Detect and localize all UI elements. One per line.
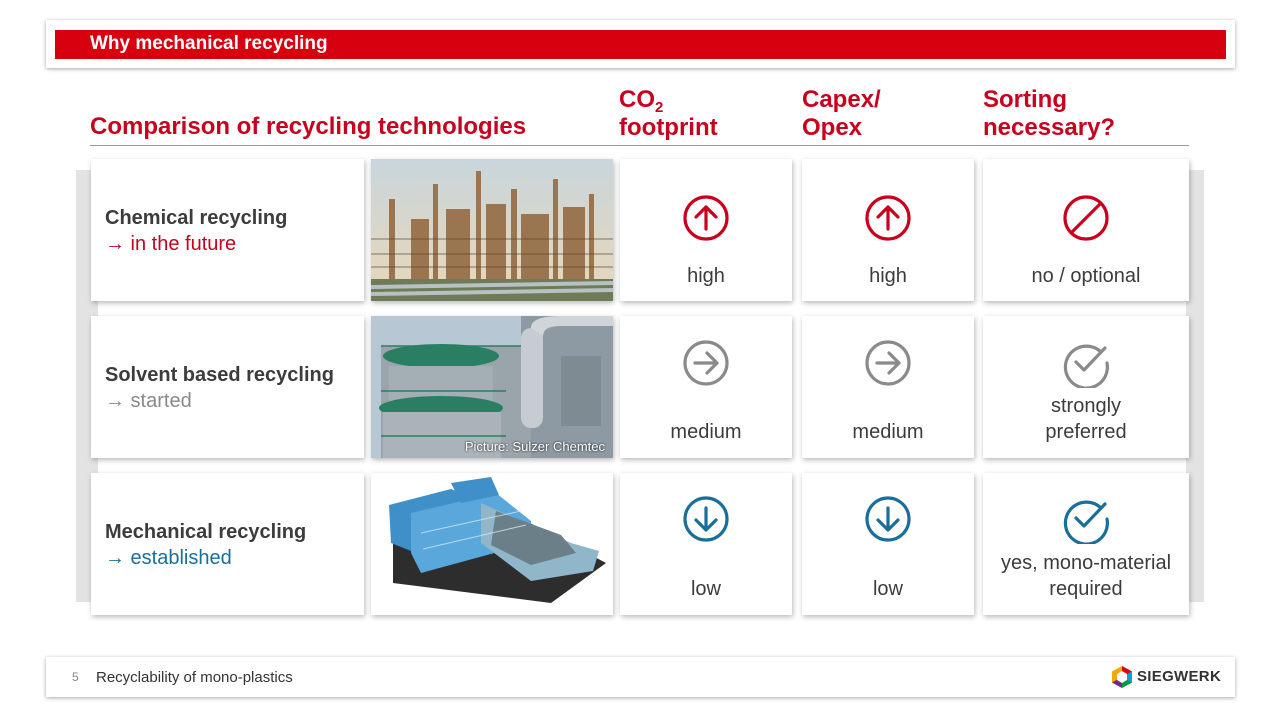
- cell-co2-mechanical: low: [620, 473, 792, 615]
- arrow-right-circle-icon: [683, 340, 729, 386]
- check-circle-icon: [1063, 344, 1109, 388]
- column-header-co2-main: CO: [619, 86, 655, 113]
- column-header-capex-line1: Capex/: [802, 86, 881, 113]
- prohibited-icon: [1063, 195, 1109, 241]
- refinery-photo: [371, 159, 613, 301]
- page-number: 5: [72, 670, 79, 684]
- arrow-up-circle-icon: [683, 195, 729, 241]
- slide-title: Why mechanical recycling: [90, 33, 328, 54]
- row-label-card-chemical: Chemical recycling → in the future: [91, 159, 364, 301]
- column-header-sorting: Sorting necessary?: [983, 86, 1115, 142]
- extruder-image: [371, 473, 613, 615]
- row-title: Chemical recycling: [105, 207, 288, 229]
- cell-sorting-chemical: no / optional: [983, 159, 1189, 301]
- co2-value: low: [690, 578, 721, 600]
- extruder-photo: [371, 473, 613, 615]
- arrow-down-circle-icon: [683, 496, 729, 542]
- sorting-value-line1: yes, mono-material: [1000, 552, 1172, 574]
- sorting-value-line1: strongly: [1050, 395, 1122, 417]
- row-status: → started: [105, 390, 192, 412]
- cell-capex-chemical: high: [802, 159, 974, 301]
- cell-sorting-solvent: strongly preferred: [983, 316, 1189, 458]
- capex-value: high: [869, 265, 907, 287]
- column-header-sorting-line1: Sorting: [983, 86, 1067, 113]
- sorting-value-line2: preferred: [1045, 421, 1127, 443]
- row-label-card-solvent: Solvent based recycling → started: [91, 316, 364, 458]
- brand-name: SIEGWERK: [1137, 668, 1222, 685]
- arrow-up-circle-icon: [865, 195, 911, 241]
- sorting-value: no / optional: [1031, 265, 1141, 287]
- row-label-mechanical: Mechanical recycling → established: [105, 519, 306, 571]
- cell-capex-solvent: medium: [802, 316, 974, 458]
- header-rule: [90, 145, 1189, 146]
- sorting-value-line2: required: [1049, 578, 1123, 600]
- column-header-capex-line2: Opex: [802, 114, 863, 141]
- solvent-plant-image: [371, 316, 613, 458]
- capex-value: medium: [852, 421, 924, 443]
- cell-co2-chemical: high: [620, 159, 792, 301]
- arrow-down-circle-icon: [865, 496, 911, 542]
- photo-caption: Picture: Sulzer Chemtec: [464, 439, 605, 454]
- solvent-plant-photo: Picture: Sulzer Chemtec: [371, 316, 613, 458]
- row-status: → in the future: [105, 233, 237, 255]
- check-circle-icon: [1063, 500, 1109, 544]
- co2-value: high: [687, 265, 725, 287]
- column-header-co2-line2: footprint: [619, 114, 718, 141]
- row-label-solvent: Solvent based recycling → started: [105, 362, 334, 414]
- cell-sorting-mechanical: yes, mono-material required: [983, 473, 1189, 615]
- footer-text: Recyclability of mono-plastics: [96, 669, 293, 686]
- column-header-sorting-line2: necessary?: [983, 114, 1116, 141]
- sorting-value: yes, mono-material required: [983, 550, 1189, 602]
- row-label-chemical: Chemical recycling → in the future: [105, 205, 287, 257]
- row-title: Mechanical recycling: [105, 521, 307, 543]
- row-label-card-mechanical: Mechanical recycling → established: [91, 473, 364, 615]
- arrow-right-circle-icon: [865, 340, 911, 386]
- cell-capex-mechanical: low: [802, 473, 974, 615]
- co2-value: medium: [670, 421, 742, 443]
- row-title: Solvent based recycling: [105, 364, 334, 386]
- sorting-value: strongly preferred: [983, 393, 1189, 445]
- capex-value: low: [872, 578, 903, 600]
- column-header-capex: Capex/ Opex: [802, 86, 881, 142]
- cell-co2-solvent: medium: [620, 316, 792, 458]
- table-title: Comparison of recycling technologies: [90, 113, 527, 140]
- refinery-image: [371, 159, 613, 301]
- row-status: → established: [105, 547, 232, 569]
- siegwerk-logo-icon: [1112, 666, 1132, 688]
- column-header-co2: CO2 footprint: [619, 86, 718, 142]
